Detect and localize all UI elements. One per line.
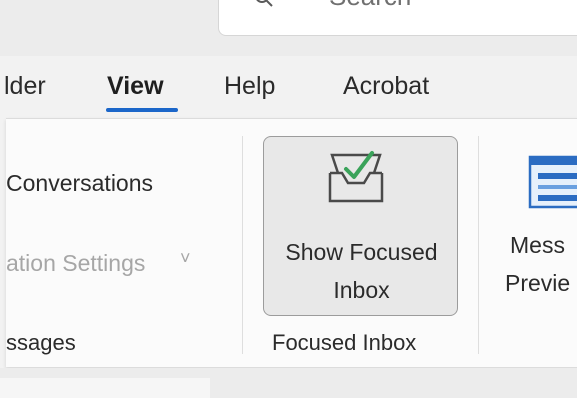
message-preview-line2[interactable]: Previe: [505, 270, 570, 297]
message-preview-line1[interactable]: Mess: [510, 232, 565, 259]
show-as-conversations-button[interactable]: Conversations: [6, 170, 153, 197]
group-separator: [242, 136, 243, 354]
message-preview-icon: [528, 155, 577, 209]
search-icon: [256, 0, 273, 7]
top-strip: Search: [0, 0, 577, 56]
search-box[interactable]: Search: [218, 0, 577, 36]
tab-acrobat[interactable]: Acrobat: [343, 72, 429, 101]
show-focused-inbox-line1: Show Focused: [285, 239, 438, 265]
active-tab-indicator: [106, 108, 178, 112]
chevron-down-icon: ˅: [180, 248, 191, 268]
group-label-messages: ssages: [6, 330, 76, 355]
folder-pane-top: [0, 378, 210, 398]
content-area-top: [0, 368, 577, 398]
inbox-check-icon: [328, 151, 384, 203]
search-placeholder: Search: [329, 0, 411, 12]
show-focused-inbox-label: Show Focused Inbox: [264, 233, 459, 309]
tab-help[interactable]: Help: [224, 72, 275, 101]
show-focused-inbox-line2: Inbox: [333, 277, 390, 303]
show-focused-inbox-button[interactable]: Show Focused Inbox: [263, 136, 458, 316]
group-separator: [478, 136, 479, 354]
group-label-focused-inbox: Focused Inbox: [272, 330, 417, 355]
tab-view[interactable]: View: [107, 72, 164, 101]
tab-folder[interactable]: lder: [4, 72, 46, 101]
ribbon-tabs: lder View Help Acrobat: [0, 56, 577, 126]
conversation-settings-button[interactable]: ation Settings: [6, 250, 145, 277]
